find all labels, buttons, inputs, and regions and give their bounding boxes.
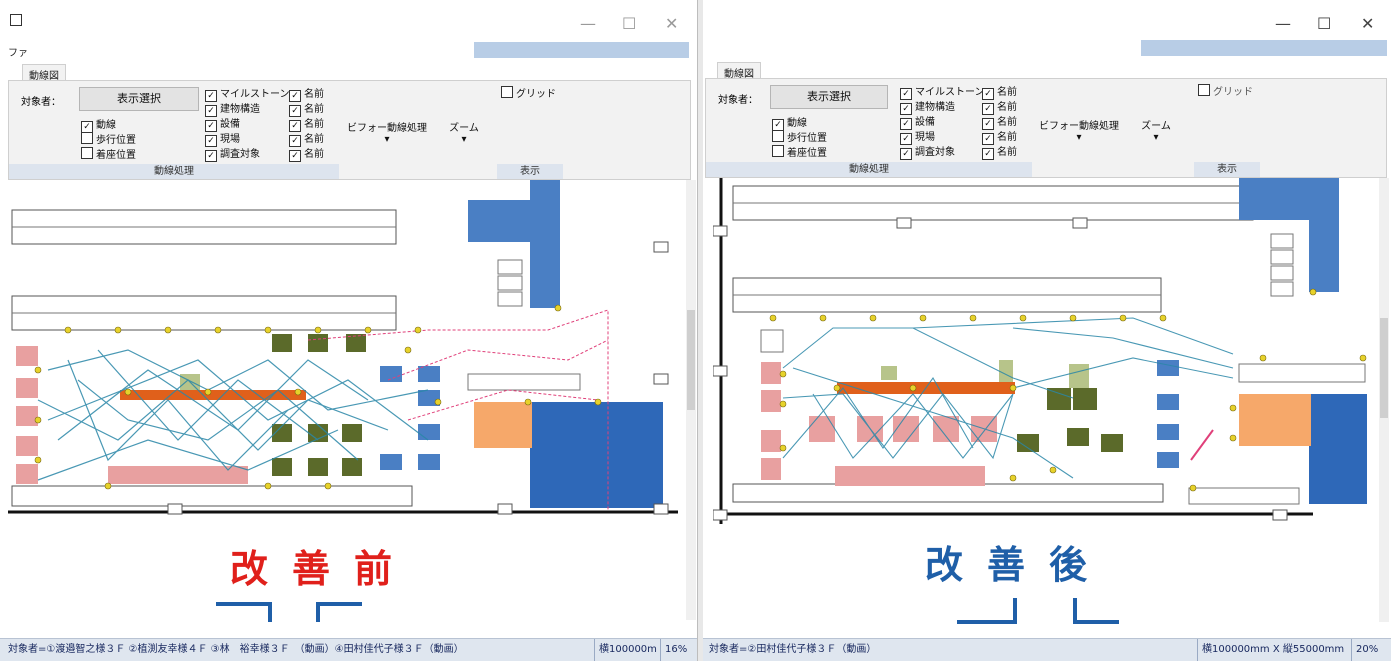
caption-before: 改善前: [230, 547, 417, 591]
group-label-flow: 動線処理: [706, 162, 1032, 177]
check-seat-pos[interactable]: 着座位置: [772, 144, 827, 159]
before-window: — ☐ ✕ ファ 動線図 対象者： 表示選択 ✓ 動線 歩行位置 着座位置 ✓ マイ…: [0, 0, 697, 661]
status-subjects: 対象者=②田村佳代子様３Ｆ（動画）: [709, 644, 877, 655]
title-bar: — ☐ ✕: [703, 0, 1391, 40]
zoom-dropdown[interactable]: ズーム ▾: [1126, 117, 1186, 143]
group-label-flow: 動線処理: [9, 164, 339, 179]
caption-after: 改善後: [925, 543, 1112, 587]
check-target[interactable]: ✓ 調査対象: [900, 143, 955, 160]
status-subjects: 対象者=①渡邉智之様３Ｆ ②植渕友幸様４Ｆ ③林 裕幸様３Ｆ （動画）④田村佳代…: [8, 644, 464, 655]
zoom-dropdown[interactable]: ズーム ▾: [434, 119, 494, 145]
status-bar: 対象者=②田村佳代子様３Ｆ（動画） 横100000mm X 縦55000mm 2…: [703, 638, 1391, 661]
check-grid[interactable]: グリッド: [1198, 83, 1253, 98]
arrow-marks: [216, 602, 362, 622]
status-zoom: 20%: [1351, 639, 1382, 661]
check-seat-pos[interactable]: 着座位置: [81, 146, 136, 161]
ribbon: 対象者： 表示選択 ✓ 動線 歩行位置 着座位置 ✓ マイルストーン ✓ 建物構造 ✓…: [8, 80, 691, 180]
before-flow-dropdown[interactable]: ビフォー動線処理 ▾: [342, 119, 432, 145]
select-display-button[interactable]: 表示選択: [79, 87, 199, 111]
status-size: 横100000m: [594, 639, 661, 661]
maximize-icon[interactable]: ☐: [1317, 14, 1331, 33]
menu-file[interactable]: ファ: [8, 44, 28, 59]
status-zoom: 16%: [660, 639, 691, 661]
minimize-icon[interactable]: —: [1275, 14, 1291, 33]
ribbon: 対象者： 表示選択 ✓ 動線 歩行位置 着座位置 ✓ マイルストーン ✓ 建物構造 ✓…: [705, 78, 1387, 178]
status-size: 横100000mm X 縦55000mm: [1197, 639, 1348, 661]
check-walk-pos[interactable]: 歩行位置: [772, 129, 827, 144]
subject-label: 対象者：: [21, 97, 61, 108]
check-target[interactable]: ✓ 調査対象: [205, 145, 260, 162]
group-label-display: 表示: [497, 164, 563, 179]
search-box[interactable]: [1141, 40, 1387, 56]
title-bar: — ☐ ✕: [0, 0, 697, 40]
minimize-icon[interactable]: —: [580, 14, 596, 33]
vertical-scrollbar[interactable]: [686, 180, 696, 620]
before-flow-dropdown[interactable]: ビフォー動線処理 ▾: [1034, 117, 1124, 143]
close-icon[interactable]: ✕: [1361, 14, 1374, 33]
select-display-button[interactable]: 表示選択: [770, 85, 888, 109]
app-icon: [10, 14, 22, 26]
check-name[interactable]: ✓ 名前: [982, 143, 1017, 160]
check-grid[interactable]: グリッド: [501, 85, 556, 100]
search-box[interactable]: [474, 42, 689, 58]
maximize-icon[interactable]: ☐: [622, 14, 636, 33]
after-window: — ☐ ✕ 動線図 対象者： 表示選択 ✓ 動線 歩行位置 着座位置 ✓ マイルスト…: [703, 0, 1391, 661]
group-label-display: 表示: [1194, 162, 1260, 177]
subject-label: 対象者：: [718, 95, 758, 106]
close-icon[interactable]: ✕: [665, 14, 678, 33]
check-walk-pos[interactable]: 歩行位置: [81, 131, 136, 146]
status-bar: 対象者=①渡邉智之様３Ｆ ②植渕友幸様４Ｆ ③林 裕幸様３Ｆ （動画）④田村佳代…: [0, 638, 697, 661]
check-name[interactable]: ✓ 名前: [289, 145, 324, 162]
arrow-marks: [957, 598, 1119, 624]
vertical-scrollbar[interactable]: [1379, 178, 1389, 622]
